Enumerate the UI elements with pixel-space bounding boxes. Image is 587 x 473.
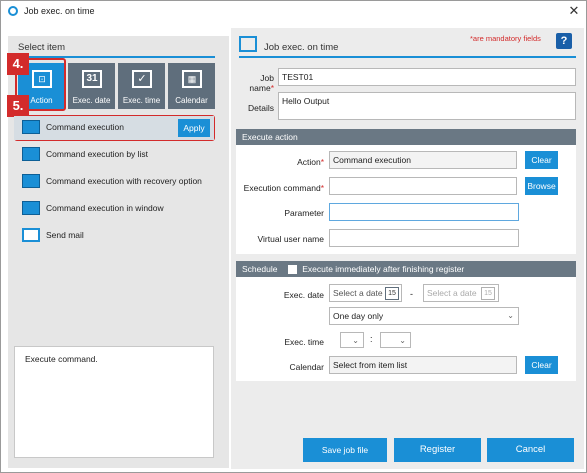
list-item-command-execution[interactable]: Command execution Apply (14, 116, 214, 140)
register-button[interactable]: Register (394, 438, 481, 462)
mandatory-note: *are mandatory fields (470, 34, 541, 43)
action-field: Command execution (329, 151, 517, 169)
schedule-title: Schedule (242, 264, 278, 274)
calendar-31-icon: 31 (82, 70, 102, 88)
action-label: Action* (297, 157, 324, 167)
execution-command-input[interactable] (329, 177, 517, 195)
list-item-label: Command execution (46, 122, 124, 132)
list-item-command-recovery[interactable]: Command execution with recovery option (14, 170, 214, 194)
execute-action-header: Execute action (236, 129, 576, 145)
save-job-file-button[interactable]: Save job file (303, 438, 387, 462)
command-list-icon (22, 147, 40, 161)
immediate-label: Execute immediately after finishing regi… (302, 264, 465, 274)
list-item-command-by-list[interactable]: Command execution by list (14, 143, 214, 167)
date-from-calendar-icon[interactable]: 15 (385, 287, 399, 300)
tab-exec-date[interactable]: 31 Exec. date (68, 63, 115, 109)
list-item-label: Command execution in window (46, 203, 164, 213)
chevron-down-icon: ⌄ (399, 336, 406, 345)
clock-check-icon: ✓ (132, 70, 152, 88)
description-text: Execute command. (25, 354, 98, 364)
exec-time-label: Exec. time (284, 337, 324, 347)
tab-exec-date-label: Exec. date (72, 96, 111, 105)
schedule-header: Schedule Execute immediately after finis… (236, 261, 576, 277)
date-to-calendar-icon: 15 (481, 287, 495, 300)
list-item-send-mail[interactable]: Send mail (14, 224, 214, 248)
calendar-grid-icon: ▦ (182, 70, 202, 88)
hour-select[interactable]: ⌄ (340, 332, 364, 348)
browse-button[interactable]: Browse (525, 177, 558, 195)
list-item-label: Command execution by list (46, 149, 149, 159)
date-separator: - (410, 289, 413, 299)
list-item-label: Command execution with recovery option (46, 176, 202, 186)
immediate-checkbox[interactable] (287, 265, 297, 275)
action-clear-button[interactable]: Clear (525, 151, 558, 169)
cancel-button[interactable]: Cancel (487, 438, 574, 462)
details-input[interactable]: Hello Output (278, 92, 576, 120)
list-item-command-window[interactable]: Command execution in window (14, 197, 214, 221)
frequency-select[interactable]: One day only ⌄ (329, 307, 519, 325)
callout-badge-5: 5. (7, 95, 29, 117)
parameter-input[interactable] (329, 203, 519, 221)
tab-exec-time-label: Exec. time (122, 96, 161, 105)
calendar-clear-button[interactable]: Clear (525, 356, 558, 374)
exec-date-label: Exec. date (283, 290, 324, 300)
list-item-label: Send mail (46, 230, 84, 240)
virtual-user-input[interactable] (329, 229, 519, 247)
chevron-down-icon: ⌄ (507, 311, 514, 320)
callout-badge-4: 4. (7, 53, 29, 75)
calendar-label: Calendar (289, 362, 325, 372)
job-name-label: Job name* (249, 73, 274, 93)
tab-calendar[interactable]: ▦ Calendar (168, 63, 215, 109)
right-header-divider (239, 56, 576, 58)
select-item-header: Select item (18, 42, 65, 53)
tab-calendar-label: Calendar (175, 96, 208, 105)
app-icon (8, 6, 18, 16)
apply-button[interactable]: Apply (178, 119, 210, 137)
execution-command-label: Execution command* (243, 183, 324, 193)
calendar-field: Select from item list (329, 356, 517, 374)
job-header-title: Job exec. on time (264, 42, 339, 53)
virtual-user-label: Virtual user name (257, 234, 324, 244)
help-icon[interactable]: ? (556, 33, 572, 49)
command-icon (22, 120, 40, 134)
job-name-input[interactable]: TEST01 (278, 68, 576, 86)
parameter-label: Parameter (284, 208, 324, 218)
command-window-icon (22, 201, 40, 215)
details-label: Details (248, 103, 274, 113)
chevron-down-icon: ⌄ (352, 336, 359, 345)
minute-select[interactable]: ⌄ (380, 332, 411, 348)
tab-exec-time[interactable]: ✓ Exec. time (118, 63, 165, 109)
description-box: Execute command. (14, 346, 214, 458)
close-icon[interactable]: ✕ (566, 3, 582, 19)
window-title: Job exec. on time (24, 6, 95, 16)
time-separator: : (370, 334, 373, 344)
mail-icon (22, 228, 40, 242)
job-header-icon (239, 36, 257, 52)
command-recovery-icon (22, 174, 40, 188)
